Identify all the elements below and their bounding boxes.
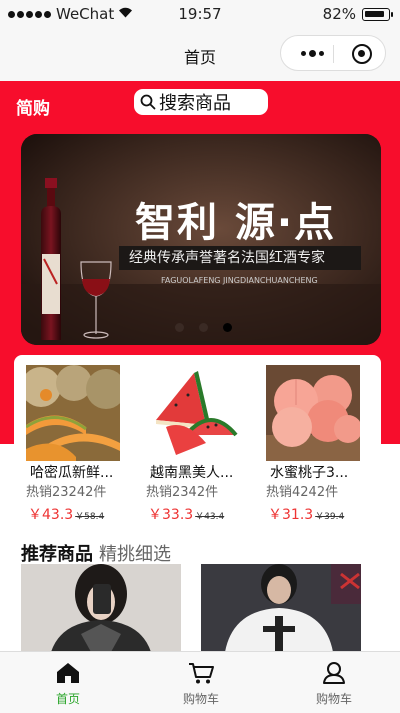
brand-logo: 简购	[16, 99, 50, 119]
search-icon	[140, 94, 156, 110]
tab-bar: 首页 购物车 购物车	[0, 651, 400, 713]
more-menu-icon[interactable]	[301, 50, 324, 57]
battery-icon	[362, 7, 393, 21]
product-price: ￥43.3 ￥58.4	[28, 504, 104, 524]
banner-dot-active[interactable]	[223, 323, 232, 332]
original-price: ￥58.4	[75, 512, 105, 522]
home-icon	[57, 663, 79, 683]
product-price: ￥33.3 ￥43.4	[148, 504, 224, 524]
product-price: ￥31.3 ￥39.4	[268, 504, 344, 524]
product-sold-count: 热销4242件	[266, 485, 339, 500]
recommend-item-image[interactable]	[201, 564, 361, 652]
close-target-icon[interactable]	[352, 44, 372, 64]
product-image-watermelon[interactable]	[146, 365, 240, 461]
banner-title: 智利 源·点	[135, 200, 337, 246]
cart-icon	[189, 663, 214, 684]
battery-area: 82%	[322, 5, 393, 23]
recommend-header: 推荐商品 精挑细选	[21, 540, 171, 566]
current-price: ￥31.3	[268, 507, 314, 523]
tab-home[interactable]: 首页	[13, 652, 123, 713]
banner-dot[interactable]	[175, 323, 184, 332]
recommend-item-image[interactable]	[21, 564, 181, 652]
banner-english-text: FAGUOLAFENG JINGDIANCHUANCHENG	[161, 276, 318, 285]
product-name[interactable]: 水蜜桃子3...	[270, 462, 380, 482]
tab-cart[interactable]: 购物车	[146, 652, 256, 713]
tab-label: 购物车	[315, 692, 352, 706]
recommend-subtitle: 精挑细选	[99, 544, 171, 565]
current-price: ￥43.3	[28, 507, 74, 523]
search-placeholder: 搜索商品	[159, 93, 231, 114]
product-sold-count: 热销23242件	[26, 485, 107, 500]
banner-subtitle: 经典传承声誉著名法国红酒专家	[119, 246, 361, 270]
original-price: ￥39.4	[315, 512, 345, 522]
product-sold-count: 热销2342件	[146, 485, 219, 500]
mini-program-capsule	[280, 35, 386, 71]
recommend-title: 推荐商品	[21, 544, 93, 565]
status-bar: WeChat 19:57 82%	[0, 0, 400, 30]
product-image-melon[interactable]	[26, 365, 120, 461]
banner-dot[interactable]	[199, 323, 208, 332]
current-price: ￥33.3	[148, 507, 194, 523]
product-name[interactable]: 越南黑美人...	[150, 462, 260, 482]
hot-products-card: 哈密瓜新鲜... 热销23242件 ￥43.3 ￥58.4 越南黑美人... 热销…	[14, 355, 381, 530]
promo-banner[interactable]: 智利 源·点 经典传承声誉著名法国红酒专家 FAGUOLAFENG JINGDI…	[21, 134, 381, 345]
product-image-peach[interactable]	[266, 365, 360, 461]
tab-label: 购物车	[182, 692, 219, 706]
nav-bar: 首页	[0, 30, 400, 81]
original-price: ￥43.4	[195, 512, 225, 522]
banner-indicators	[175, 323, 232, 332]
user-icon	[323, 662, 345, 684]
product-name[interactable]: 哈密瓜新鲜...	[30, 462, 140, 482]
tab-profile[interactable]: 购物车	[279, 652, 389, 713]
tab-label: 首页	[55, 692, 80, 706]
search-box[interactable]: 搜索商品	[134, 89, 268, 115]
battery-percent: 82%	[322, 5, 356, 23]
capsule-divider	[333, 45, 334, 63]
